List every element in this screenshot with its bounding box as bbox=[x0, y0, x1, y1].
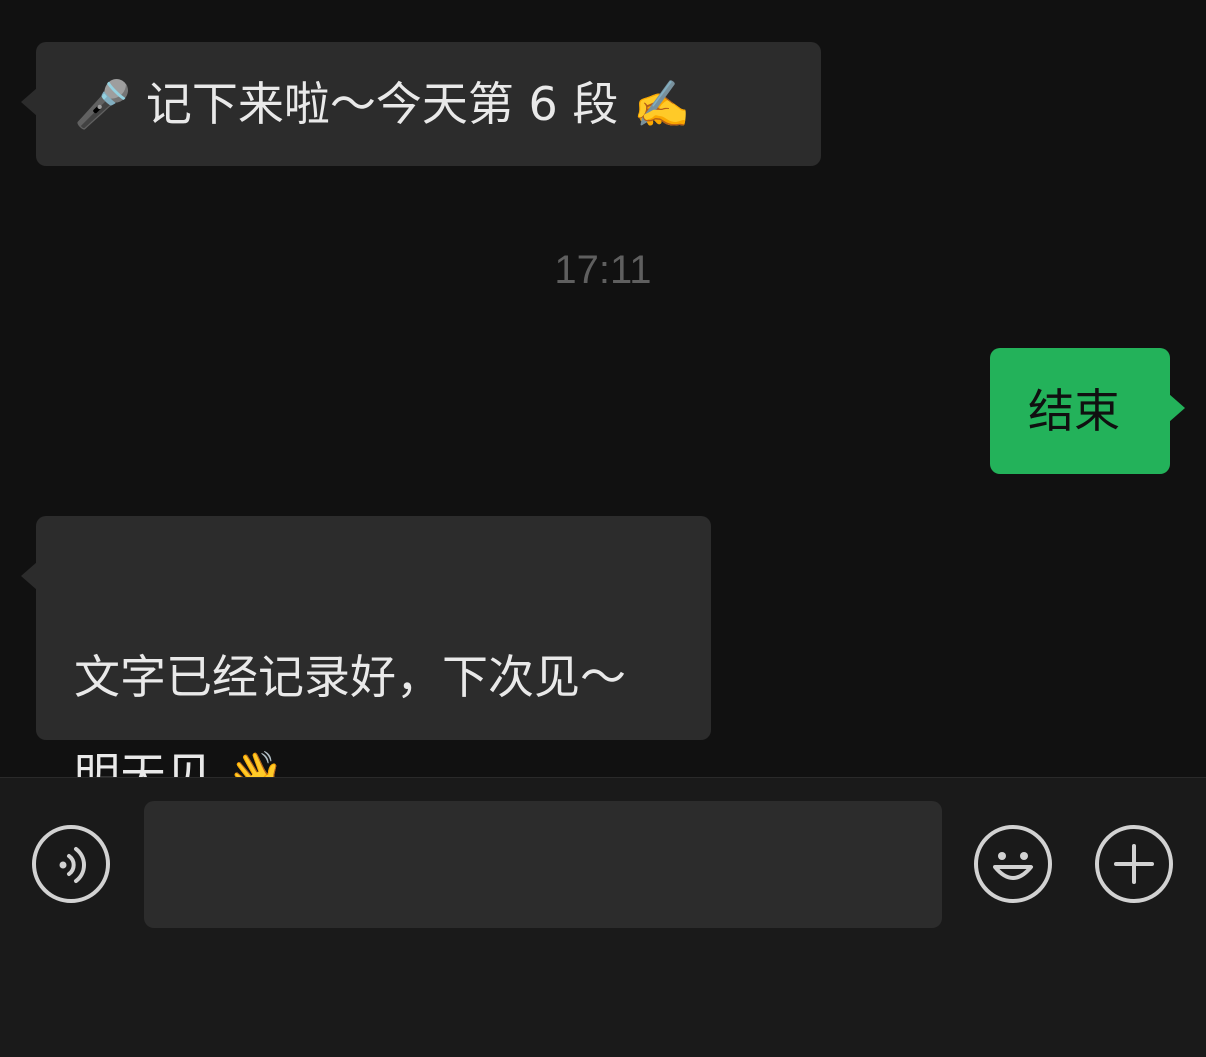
voice-input-icon bbox=[59, 847, 86, 883]
outgoing-message-bubble[interactable]: 结束 bbox=[990, 348, 1185, 474]
smiley-face-icon bbox=[993, 852, 1033, 880]
voice-input-button[interactable] bbox=[32, 825, 110, 903]
more-actions-button[interactable] bbox=[1095, 825, 1173, 903]
message-timestamp: 17:11 bbox=[554, 248, 652, 292]
plus-icon bbox=[1114, 844, 1154, 884]
message-text: 结束 bbox=[1028, 384, 1120, 438]
emoji-button[interactable] bbox=[974, 825, 1052, 903]
message-list[interactable]: 🎤 记下来啦～今天第 6 段 ✍️ 17:11 结束 文字已经记录好，下次见～ … bbox=[0, 0, 1206, 802]
message-text: 🎤 记下来啦～今天第 6 段 ✍️ bbox=[74, 77, 691, 131]
incoming-message-bubble[interactable]: 文字已经记录好，下次见～ 明天见 👋 bbox=[21, 516, 711, 802]
chat-screen: 🎤 记下来啦～今天第 6 段 ✍️ 17:11 结束 文字已经记录好，下次见～ … bbox=[0, 0, 1206, 1057]
input-bar bbox=[0, 778, 1206, 1057]
message-input[interactable] bbox=[144, 801, 942, 928]
incoming-message-bubble[interactable]: 🎤 记下来啦～今天第 6 段 ✍️ bbox=[21, 42, 821, 166]
